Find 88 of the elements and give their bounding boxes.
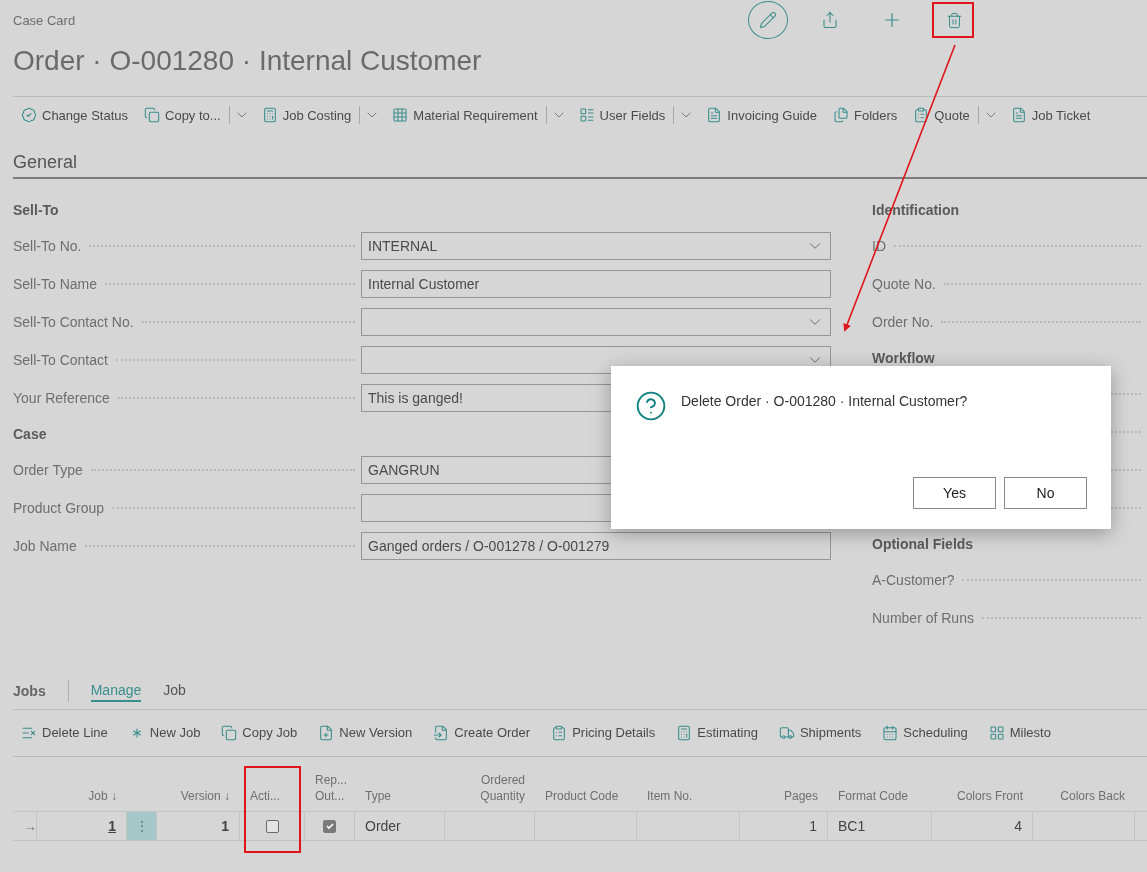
action-button[interactable]: User Fields <box>570 100 674 130</box>
document-icon <box>706 107 723 123</box>
truck-icon <box>778 724 795 741</box>
copy-icon <box>144 107 160 123</box>
field-label: Sell-To Name <box>13 276 99 292</box>
question-icon <box>635 390 667 422</box>
action-button[interactable]: Job Ticket <box>1002 100 1099 130</box>
field-label: Order No. <box>872 314 935 330</box>
checkbox[interactable] <box>323 819 336 833</box>
field-label: A-Customer? <box>872 572 956 588</box>
table-cell: 1 <box>740 812 828 841</box>
column-header[interactable]: Product Code <box>545 788 619 804</box>
files-icon <box>832 107 849 123</box>
dialog-button[interactable]: Yes <box>913 477 996 509</box>
document-icon <box>1010 107 1027 123</box>
list-icon <box>578 107 595 123</box>
highlight-frame <box>932 2 974 38</box>
field-label: Number of Runs <box>872 610 975 626</box>
action-button[interactable]: Estimating <box>668 717 766 748</box>
calendar-icon <box>882 724 899 741</box>
file-arrow-icon <box>433 724 450 741</box>
share-icon <box>821 11 839 29</box>
clipboard-icon <box>913 107 930 123</box>
action-button[interactable]: New Version <box>310 717 421 748</box>
calculator-icon <box>676 724 693 741</box>
badge-check-icon <box>21 107 37 123</box>
section-heading: Jobs <box>13 683 46 699</box>
column-header[interactable]: Format Code <box>838 788 909 804</box>
column-header[interactable]: Colors Front <box>956 788 1023 804</box>
action-button[interactable]: Quote <box>905 100 978 130</box>
grid-icon <box>988 724 1005 741</box>
field-label: Quote No. <box>872 276 937 292</box>
field-label: Your Reference <box>13 390 111 406</box>
grid-icon <box>392 107 409 123</box>
action-button[interactable]: Delete Line <box>13 717 116 748</box>
action-button[interactable]: Shipments <box>770 717 870 748</box>
table-cell: 1 <box>157 812 240 841</box>
action-button[interactable]: Copy Job <box>213 717 306 748</box>
column-header[interactable]: Item No. <box>647 788 693 804</box>
action-button[interactable]: New Job <box>120 717 209 748</box>
group-heading: Workflow <box>872 349 936 368</box>
field-label: Order Type <box>13 462 84 478</box>
column-header[interactable]: Rep... Out... <box>315 772 347 804</box>
section-heading: General <box>13 147 1147 179</box>
field-label: Sell-To No. <box>13 238 83 254</box>
tab[interactable]: Job <box>163 680 186 702</box>
calculator-icon <box>261 107 278 123</box>
column-header[interactable]: Job ↓ <box>88 788 117 804</box>
action-button[interactable]: Change Status <box>13 100 136 130</box>
file-plus-icon <box>318 724 335 741</box>
action-button[interactable]: Create Order <box>425 717 539 748</box>
copy-icon <box>221 724 238 741</box>
action-button[interactable]: Folders <box>824 100 906 130</box>
check-icon <box>324 821 335 831</box>
action-button[interactable]: Invoicing Guide <box>698 100 825 130</box>
column-header[interactable]: Type <box>365 788 391 804</box>
checkbox[interactable] <box>265 819 279 833</box>
input-field[interactable] <box>361 308 831 336</box>
column-header[interactable]: Acti... <box>250 788 280 804</box>
field-label: Product Group <box>13 500 106 516</box>
action-button[interactable]: Scheduling <box>874 717 976 748</box>
column-header[interactable]: Colors Back <box>1060 788 1125 804</box>
group-heading: Case <box>13 425 48 444</box>
action-button[interactable]: Job Costing <box>253 100 360 130</box>
input-field[interactable]: INTERNAL <box>361 232 831 260</box>
input-field[interactable]: Ganged orders / O-001278 / O-001279 <box>361 532 831 560</box>
page-title: Order · O-001280 · Internal Customer <box>13 44 483 78</box>
page-caption: Case Card <box>13 12 77 28</box>
action-button[interactable]: Milesto <box>980 717 1059 748</box>
dialog-button[interactable]: No <box>1004 477 1087 509</box>
pencil-icon <box>759 11 777 29</box>
field-label: Job Name <box>13 538 78 554</box>
action-button[interactable]: Copy to... <box>136 100 229 130</box>
trash-icon <box>945 11 963 29</box>
table-cell: Order <box>355 812 445 841</box>
action-button[interactable]: Material Requirement <box>384 100 546 130</box>
group-heading: Optional Fields <box>872 535 975 554</box>
column-header[interactable]: Version ↓ <box>180 788 230 804</box>
table-cell: 4 <box>932 812 1033 841</box>
column-header[interactable]: Pages <box>783 788 818 804</box>
column-header[interactable]: Ordered Quantity <box>465 772 525 804</box>
group-heading: Sell-To <box>13 201 60 220</box>
field-label: Sell-To Contact No. <box>13 314 135 330</box>
action-button[interactable]: Pricing Details <box>543 717 664 748</box>
clipboard-icon <box>551 724 568 741</box>
input-field[interactable]: Internal Customer <box>361 270 831 298</box>
table-cell: BC1 <box>828 812 932 841</box>
field-label: Sell-To Contact <box>13 352 109 368</box>
